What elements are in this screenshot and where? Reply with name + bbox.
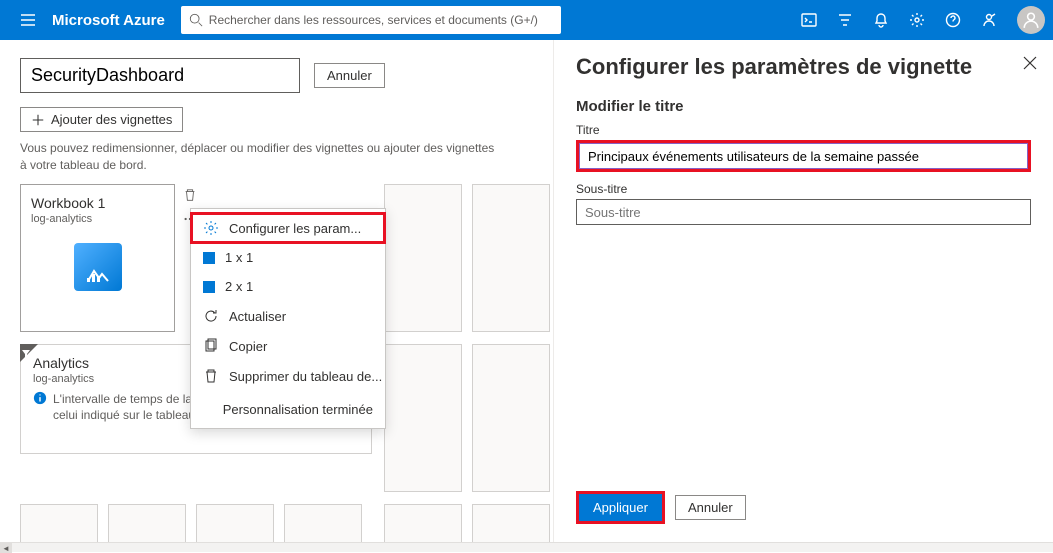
gear-icon	[203, 220, 219, 236]
dashboard-title-input[interactable]	[20, 58, 300, 93]
workbook-tile-title: Workbook 1	[31, 195, 164, 211]
user-icon	[1022, 11, 1040, 29]
user-avatar[interactable]	[1017, 6, 1045, 34]
workbook-icon	[74, 243, 122, 291]
tile-subtitle-input[interactable]	[576, 199, 1031, 225]
tile-context-menu: Configurer les param... 1 x 1 2 x 1 Actu…	[190, 208, 386, 429]
empty-tile[interactable]	[384, 504, 462, 542]
workbook-tile-subtitle: log-analytics	[31, 213, 164, 225]
empty-tile[interactable]	[472, 184, 550, 332]
hamburger-menu-icon[interactable]	[8, 12, 48, 28]
size-icon	[203, 281, 215, 293]
empty-tile[interactable]	[196, 504, 274, 542]
empty-tile[interactable]	[384, 184, 462, 332]
filter-badge-icon	[22, 346, 30, 361]
section-header: Modifier le titre	[576, 98, 1031, 115]
tile-title-input[interactable]	[579, 143, 1028, 169]
filter-icon[interactable]	[829, 0, 861, 40]
add-tiles-button[interactable]: Ajouter des vignettes	[20, 107, 183, 132]
horizontal-scrollbar[interactable]: ◄	[0, 542, 1053, 552]
empty-tile[interactable]	[472, 504, 550, 542]
panel-cancel-button[interactable]: Annuler	[675, 495, 746, 520]
menu-size-1x1[interactable]: 1 x 1	[191, 243, 385, 272]
workbook-tile[interactable]: Workbook 1 log-analytics	[20, 184, 175, 332]
subtitle-field-label: Sous-titre	[576, 182, 1031, 196]
trash-icon	[203, 368, 219, 384]
panel-title: Configurer les paramètres de vignette	[576, 54, 1031, 80]
refresh-icon	[203, 308, 219, 324]
brand-label: Microsoft Azure	[52, 12, 165, 29]
topbar-right-icons	[793, 0, 1045, 40]
notifications-icon[interactable]	[865, 0, 897, 40]
cancel-button[interactable]: Annuler	[314, 63, 385, 88]
empty-tile[interactable]	[284, 504, 362, 542]
feedback-icon[interactable]	[973, 0, 1005, 40]
copy-icon	[203, 338, 219, 354]
empty-tile[interactable]	[472, 344, 550, 492]
menu-remove[interactable]: Supprimer du tableau de...	[191, 361, 385, 391]
global-search[interactable]: Rechercher dans les ressources, services…	[181, 6, 561, 34]
size-icon	[203, 252, 215, 264]
dashboard-editor: Annuler Ajouter des vignettes Vous pouve…	[0, 40, 553, 542]
help-icon[interactable]	[937, 0, 969, 40]
plus-icon	[31, 113, 45, 127]
delete-tile-icon[interactable]	[180, 185, 200, 205]
add-tiles-label: Ajouter des vignettes	[51, 112, 172, 127]
menu-copy[interactable]: Copier	[191, 331, 385, 361]
menu-size-2x1[interactable]: 2 x 1	[191, 272, 385, 301]
search-placeholder: Rechercher dans les ressources, services…	[209, 13, 538, 27]
search-icon	[189, 13, 203, 27]
cloud-shell-icon[interactable]	[793, 0, 825, 40]
tile-settings-panel: Configurer les paramètres de vignette Mo…	[553, 40, 1053, 542]
empty-tile[interactable]	[108, 504, 186, 542]
menu-done-customizing[interactable]: Personnalisation terminée	[191, 395, 385, 424]
menu-configure-tile[interactable]: Configurer les param...	[191, 213, 385, 243]
menu-refresh[interactable]: Actualiser	[191, 301, 385, 331]
settings-icon[interactable]	[901, 0, 933, 40]
empty-tile[interactable]	[20, 504, 98, 542]
close-icon[interactable]	[1023, 56, 1037, 73]
apply-button[interactable]: Appliquer	[579, 494, 662, 521]
empty-tile[interactable]	[384, 344, 462, 492]
help-text: Vous pouvez redimensionner, déplacer ou …	[20, 140, 500, 174]
info-icon	[33, 391, 47, 425]
top-bar: Microsoft Azure Rechercher dans les ress…	[0, 0, 1053, 40]
title-field-label: Titre	[576, 123, 1031, 137]
